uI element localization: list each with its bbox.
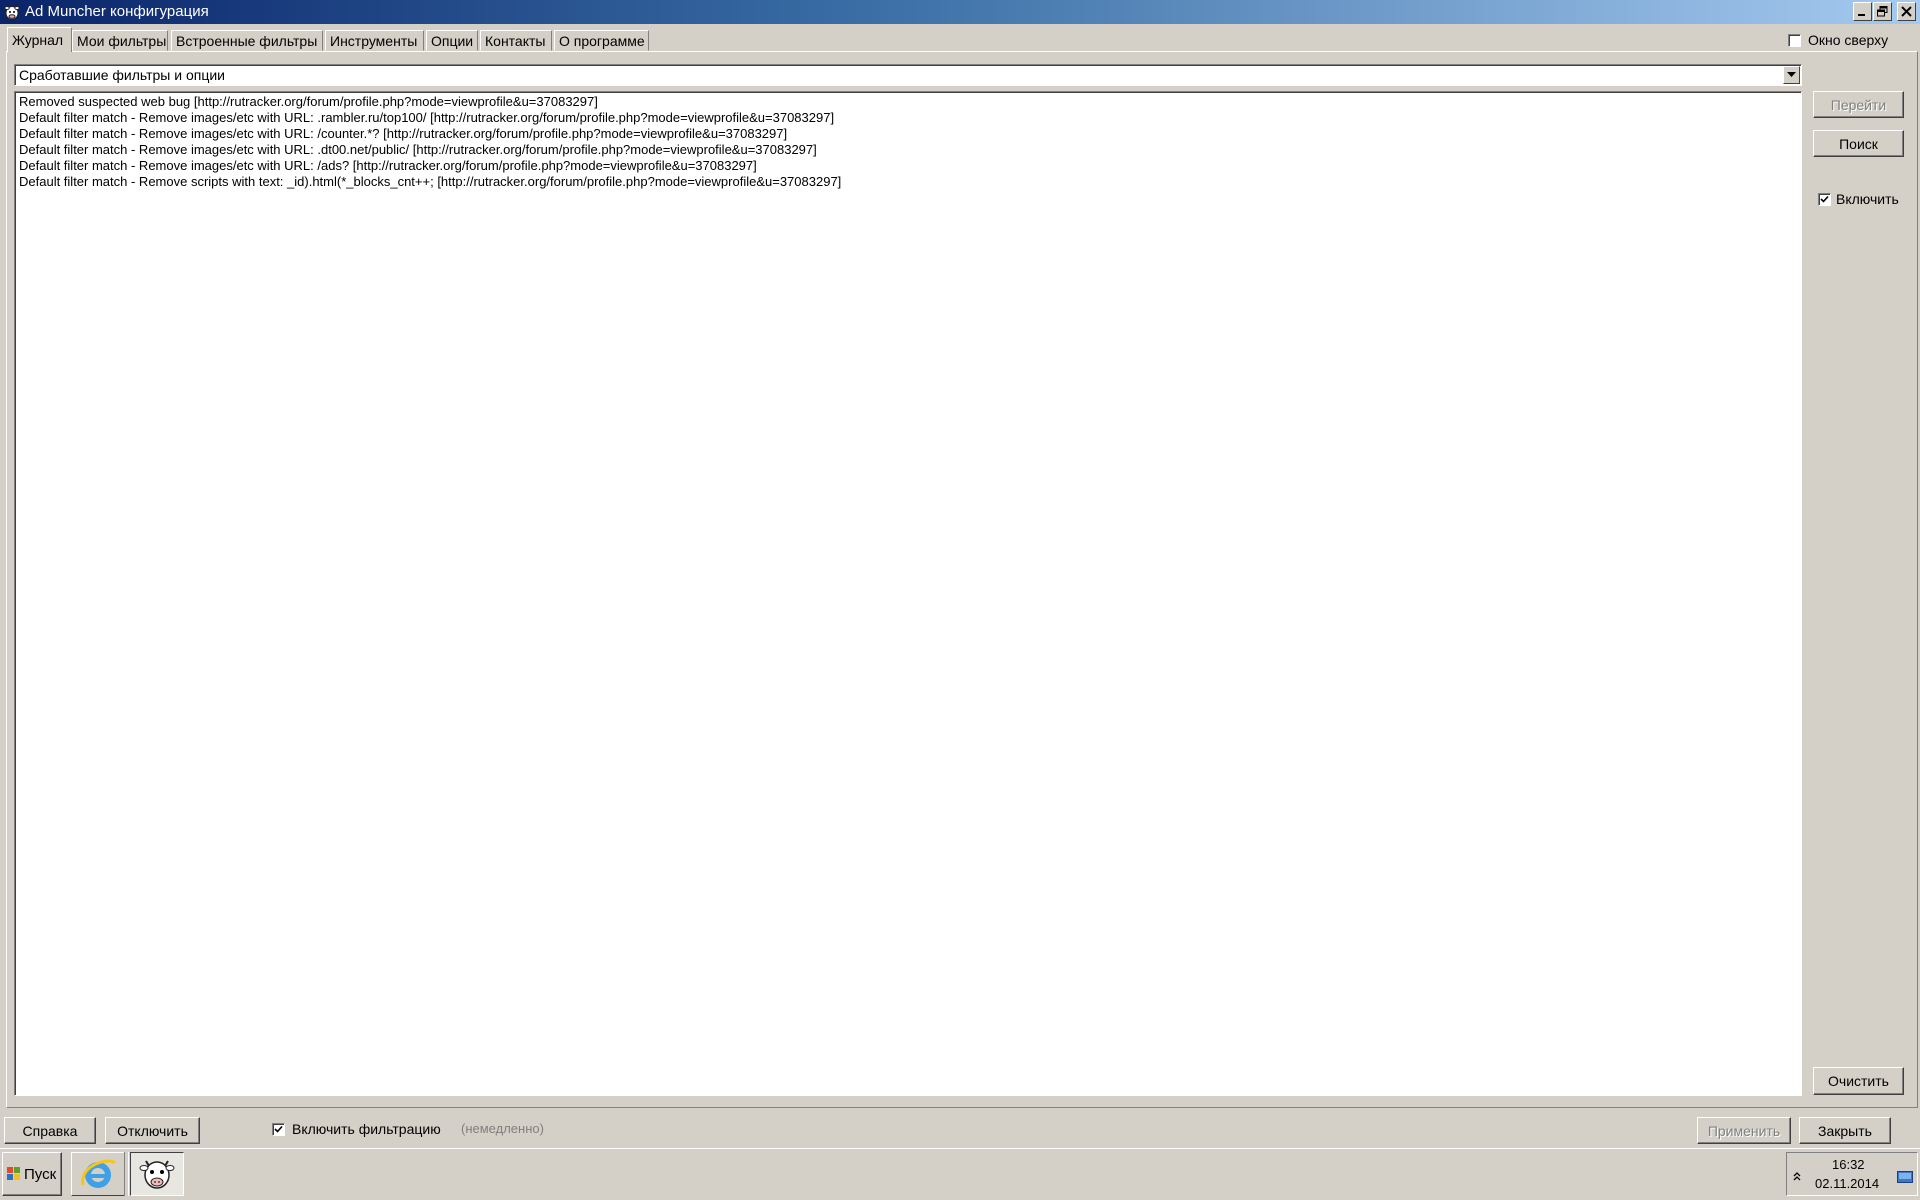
apply-button[interactable]: Применить xyxy=(1697,1117,1791,1144)
dropdown-button[interactable] xyxy=(1783,66,1800,84)
immediate-note: (немедленно) xyxy=(461,1121,544,1136)
clear-label: Очистить xyxy=(1828,1073,1889,1089)
checkmark-icon xyxy=(274,1125,283,1133)
log-entry[interactable]: Default filter match - Remove images/etc… xyxy=(19,158,757,174)
taskbar-separator xyxy=(124,1152,129,1196)
system-tray: 16:32 02.11.2014 xyxy=(1786,1152,1918,1196)
close-label: Закрыть xyxy=(1818,1122,1872,1139)
start-button[interactable]: Пуск xyxy=(2,1152,62,1196)
minimize-icon xyxy=(1858,14,1865,16)
clear-button[interactable]: Очистить xyxy=(1813,1067,1904,1095)
search-button[interactable]: Поиск xyxy=(1813,130,1904,157)
minimize-button[interactable] xyxy=(1853,2,1872,21)
chevron-down-icon xyxy=(1787,72,1796,77)
goto-button[interactable]: Перейти xyxy=(1813,91,1904,118)
close-button[interactable] xyxy=(1897,2,1916,21)
tab-label: Журнал xyxy=(12,32,64,48)
checkmark-icon xyxy=(1820,195,1829,203)
disable-button[interactable]: Отключить xyxy=(105,1117,200,1144)
restore-icon xyxy=(1877,6,1888,17)
disable-label: Отключить xyxy=(117,1122,188,1139)
log-filter-select[interactable]: Сработавшие фильтры и опции xyxy=(14,64,1802,86)
log-entry[interactable]: Default filter match - Remove images/etc… xyxy=(19,110,834,126)
always-on-top-checkbox[interactable] xyxy=(1788,34,1801,47)
help-label: Справка xyxy=(22,1122,78,1139)
tab-journal[interactable]: Журнал xyxy=(7,27,72,52)
title-bar[interactable]: Ad Muncher конфигурация xyxy=(0,0,1920,24)
taskbar-internet-explorer[interactable] xyxy=(71,1152,125,1196)
search-label: Поиск xyxy=(1839,135,1878,152)
tab-label: Мои фильтры xyxy=(77,33,167,49)
tab-options[interactable]: Опции xyxy=(426,30,478,51)
tab-about[interactable]: О программе xyxy=(554,30,649,51)
ad-muncher-cow-icon[interactable] xyxy=(3,3,21,21)
log-list[interactable]: Removed suspected web bug [http://rutrac… xyxy=(14,91,1802,1096)
clock-date[interactable]: 02.11.2014 xyxy=(1815,1176,1879,1191)
enable-filtering-label: Включить фильтрацию xyxy=(292,1121,441,1137)
window-title: Ad Muncher конфигурация xyxy=(25,3,209,20)
apply-label: Применить xyxy=(1707,1122,1781,1139)
enable-filtering-checkbox[interactable] xyxy=(272,1123,285,1136)
tab-label: Контакты xyxy=(485,33,546,49)
tab-label: Опции xyxy=(431,33,474,49)
restore-button[interactable] xyxy=(1873,2,1892,21)
enable-log-label: Включить xyxy=(1836,191,1899,207)
tab-label: Инструменты xyxy=(330,33,418,49)
show-hidden-icons-icon[interactable] xyxy=(1793,1171,1801,1181)
clock-time[interactable]: 16:32 xyxy=(1832,1157,1865,1172)
windows-logo-icon xyxy=(7,1167,20,1180)
internet-explorer-icon xyxy=(81,1159,117,1188)
start-label: Пуск xyxy=(24,1165,57,1183)
log-entry[interactable]: Default filter match - Remove scripts wi… xyxy=(19,174,841,190)
ad-muncher-cow-icon xyxy=(139,1160,175,1189)
always-on-top-label: Окно сверху xyxy=(1808,32,1889,48)
tab-my-filters[interactable]: Мои фильтры xyxy=(72,30,168,51)
tab-builtin-filters[interactable]: Встроенные фильтры xyxy=(171,30,323,51)
close-icon xyxy=(1901,6,1912,17)
show-desktop-icon[interactable] xyxy=(1897,1171,1913,1183)
enable-log-checkbox[interactable] xyxy=(1818,193,1831,206)
help-button[interactable]: Справка xyxy=(4,1117,96,1144)
close-window-button[interactable]: Закрыть xyxy=(1799,1117,1891,1144)
log-filter-value: Сработавшие фильтры и опции xyxy=(19,67,225,83)
tab-contacts[interactable]: Контакты xyxy=(480,30,552,51)
tab-label: О программе xyxy=(559,33,645,49)
goto-label: Перейти xyxy=(1830,96,1887,113)
taskbar xyxy=(0,1148,1920,1200)
log-entry[interactable]: Default filter match - Remove images/etc… xyxy=(19,142,817,158)
tab-label: Встроенные фильтры xyxy=(176,33,318,49)
log-entry[interactable]: Default filter match - Remove images/etc… xyxy=(19,126,787,142)
tab-tools[interactable]: Инструменты xyxy=(325,30,424,51)
taskbar-ad-muncher[interactable] xyxy=(130,1152,184,1196)
log-entry[interactable]: Removed suspected web bug [http://rutrac… xyxy=(19,94,598,110)
